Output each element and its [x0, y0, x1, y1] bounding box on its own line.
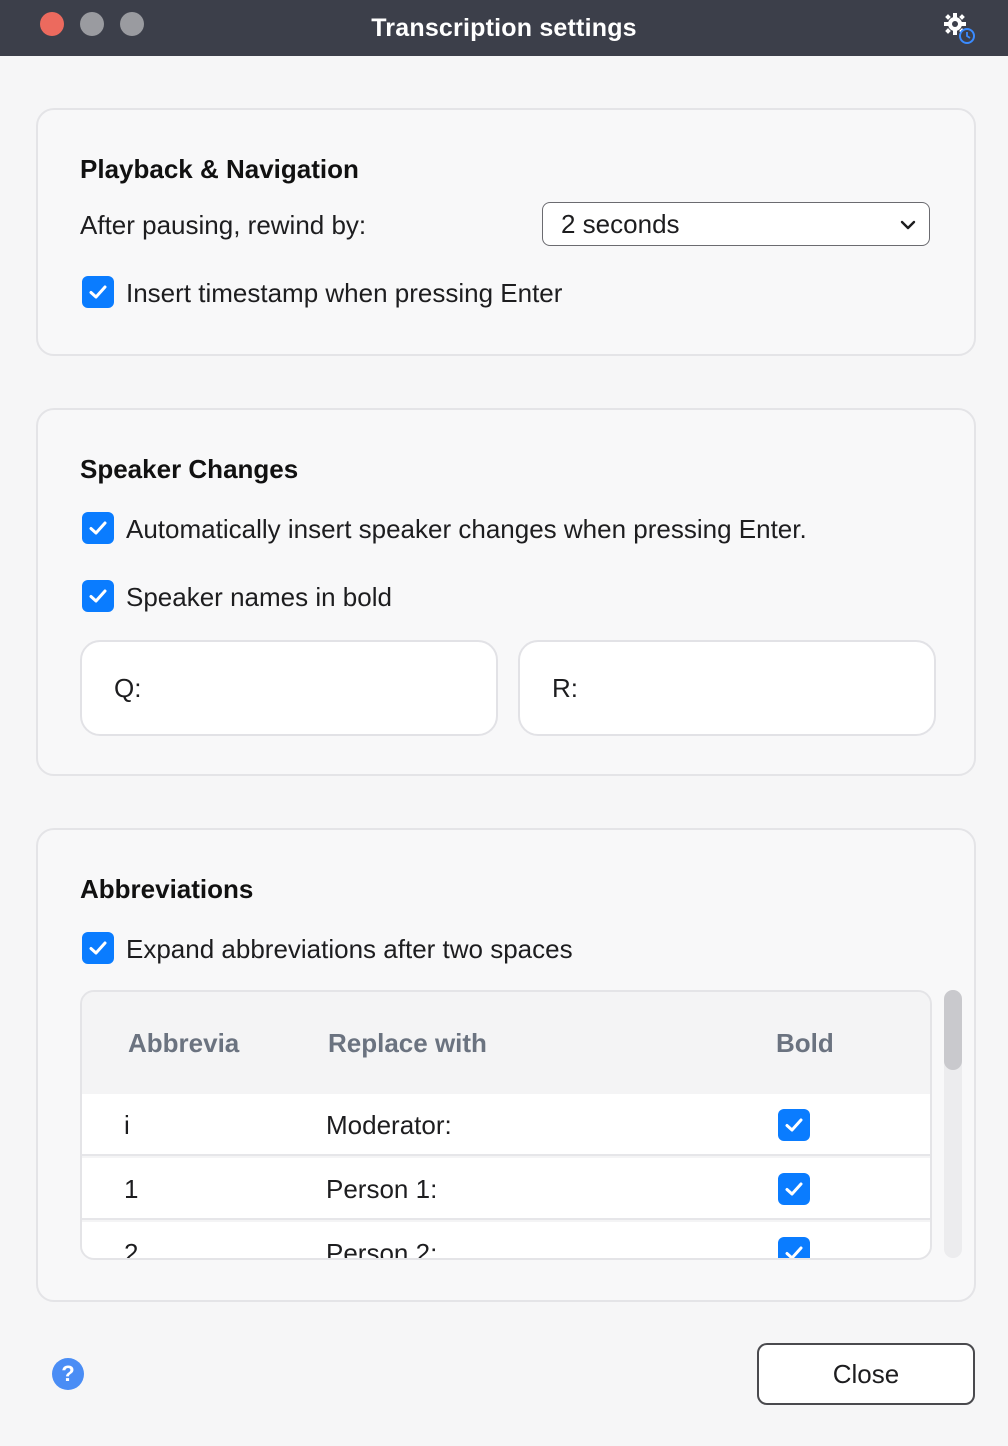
abbreviation-cell[interactable]: 2 — [124, 1238, 138, 1258]
speaker-b-value: R: — [552, 672, 578, 703]
table-scrollbar-thumb[interactable] — [944, 990, 962, 1070]
auto-insert-label: Automatically insert speaker changes whe… — [126, 514, 807, 544]
playback-heading: Playback & Navigation — [80, 154, 359, 184]
table-row[interactable]: 1 Person 1: — [82, 1158, 930, 1220]
abbreviations-section: Abbreviations Expand abbreviations after… — [36, 828, 976, 1302]
rewind-select-value: 2 seconds — [561, 208, 680, 239]
rewind-select[interactable]: 2 seconds — [542, 202, 930, 246]
bold-checkbox[interactable] — [778, 1173, 810, 1205]
replace-cell[interactable]: Person 2: — [326, 1238, 437, 1258]
bold-names-checkbox[interactable] — [82, 580, 114, 612]
help-button[interactable]: ? — [52, 1358, 84, 1390]
auto-insert-checkbox[interactable] — [82, 512, 114, 544]
abbreviations-heading: Abbreviations — [80, 874, 254, 904]
close-button[interactable]: Close — [757, 1343, 975, 1405]
expand-abbreviations-checkbox[interactable] — [82, 932, 114, 964]
expand-abbreviations-label: Expand abbreviations after two spaces — [126, 934, 573, 964]
speaker-b-input[interactable]: R: — [518, 640, 936, 736]
timestamp-label: Insert timestamp when pressing Enter — [126, 278, 563, 308]
checkmark-icon — [785, 1118, 803, 1132]
checkmark-icon — [89, 589, 107, 603]
abbreviations-table: Abbrevia Replace with Bold i Moderator: … — [80, 990, 932, 1260]
window-zoom-button[interactable] — [120, 12, 144, 36]
window-minimize-button[interactable] — [80, 12, 104, 36]
replace-cell[interactable]: Moderator: — [326, 1110, 452, 1141]
window-close-button[interactable] — [40, 12, 64, 36]
window-controls — [40, 12, 144, 36]
bold-checkbox[interactable] — [778, 1237, 810, 1258]
checkmark-icon — [785, 1182, 803, 1196]
abbreviation-cell[interactable]: i — [124, 1110, 130, 1141]
timestamp-checkbox[interactable] — [82, 276, 114, 308]
checkmark-icon — [785, 1246, 803, 1258]
column-header-abbreviation[interactable]: Abbrevia — [128, 1028, 239, 1059]
checkmark-icon — [89, 285, 107, 299]
rewind-label: After pausing, rewind by: — [80, 210, 367, 240]
table-row[interactable]: 2 Person 2: — [82, 1222, 930, 1258]
replace-cell[interactable]: Person 1: — [326, 1174, 437, 1205]
speaker-a-value: Q: — [114, 672, 142, 703]
checkmark-icon — [89, 941, 107, 955]
playback-section: Playback & Navigation After pausing, rew… — [36, 108, 976, 356]
table-header: Abbrevia Replace with Bold — [82, 992, 930, 1094]
speaker-a-input[interactable]: Q: — [80, 640, 498, 736]
speaker-section: Speaker Changes Automatically insert spe… — [36, 408, 976, 776]
column-header-bold[interactable]: Bold — [776, 1028, 834, 1059]
table-row[interactable]: i Moderator: — [82, 1094, 930, 1156]
speaker-heading: Speaker Changes — [80, 454, 299, 484]
settings-clock-icon[interactable] — [938, 8, 978, 48]
column-header-replace[interactable]: Replace with — [328, 1028, 487, 1059]
title-bar: Transcription settings — [0, 0, 1008, 56]
checkmark-icon — [89, 521, 107, 535]
bold-checkbox[interactable] — [778, 1109, 810, 1141]
abbreviation-cell[interactable]: 1 — [124, 1174, 138, 1205]
window-title: Transcription settings — [371, 13, 637, 42]
bold-names-label: Speaker names in bold — [126, 582, 392, 612]
chevron-down-icon — [900, 220, 916, 230]
